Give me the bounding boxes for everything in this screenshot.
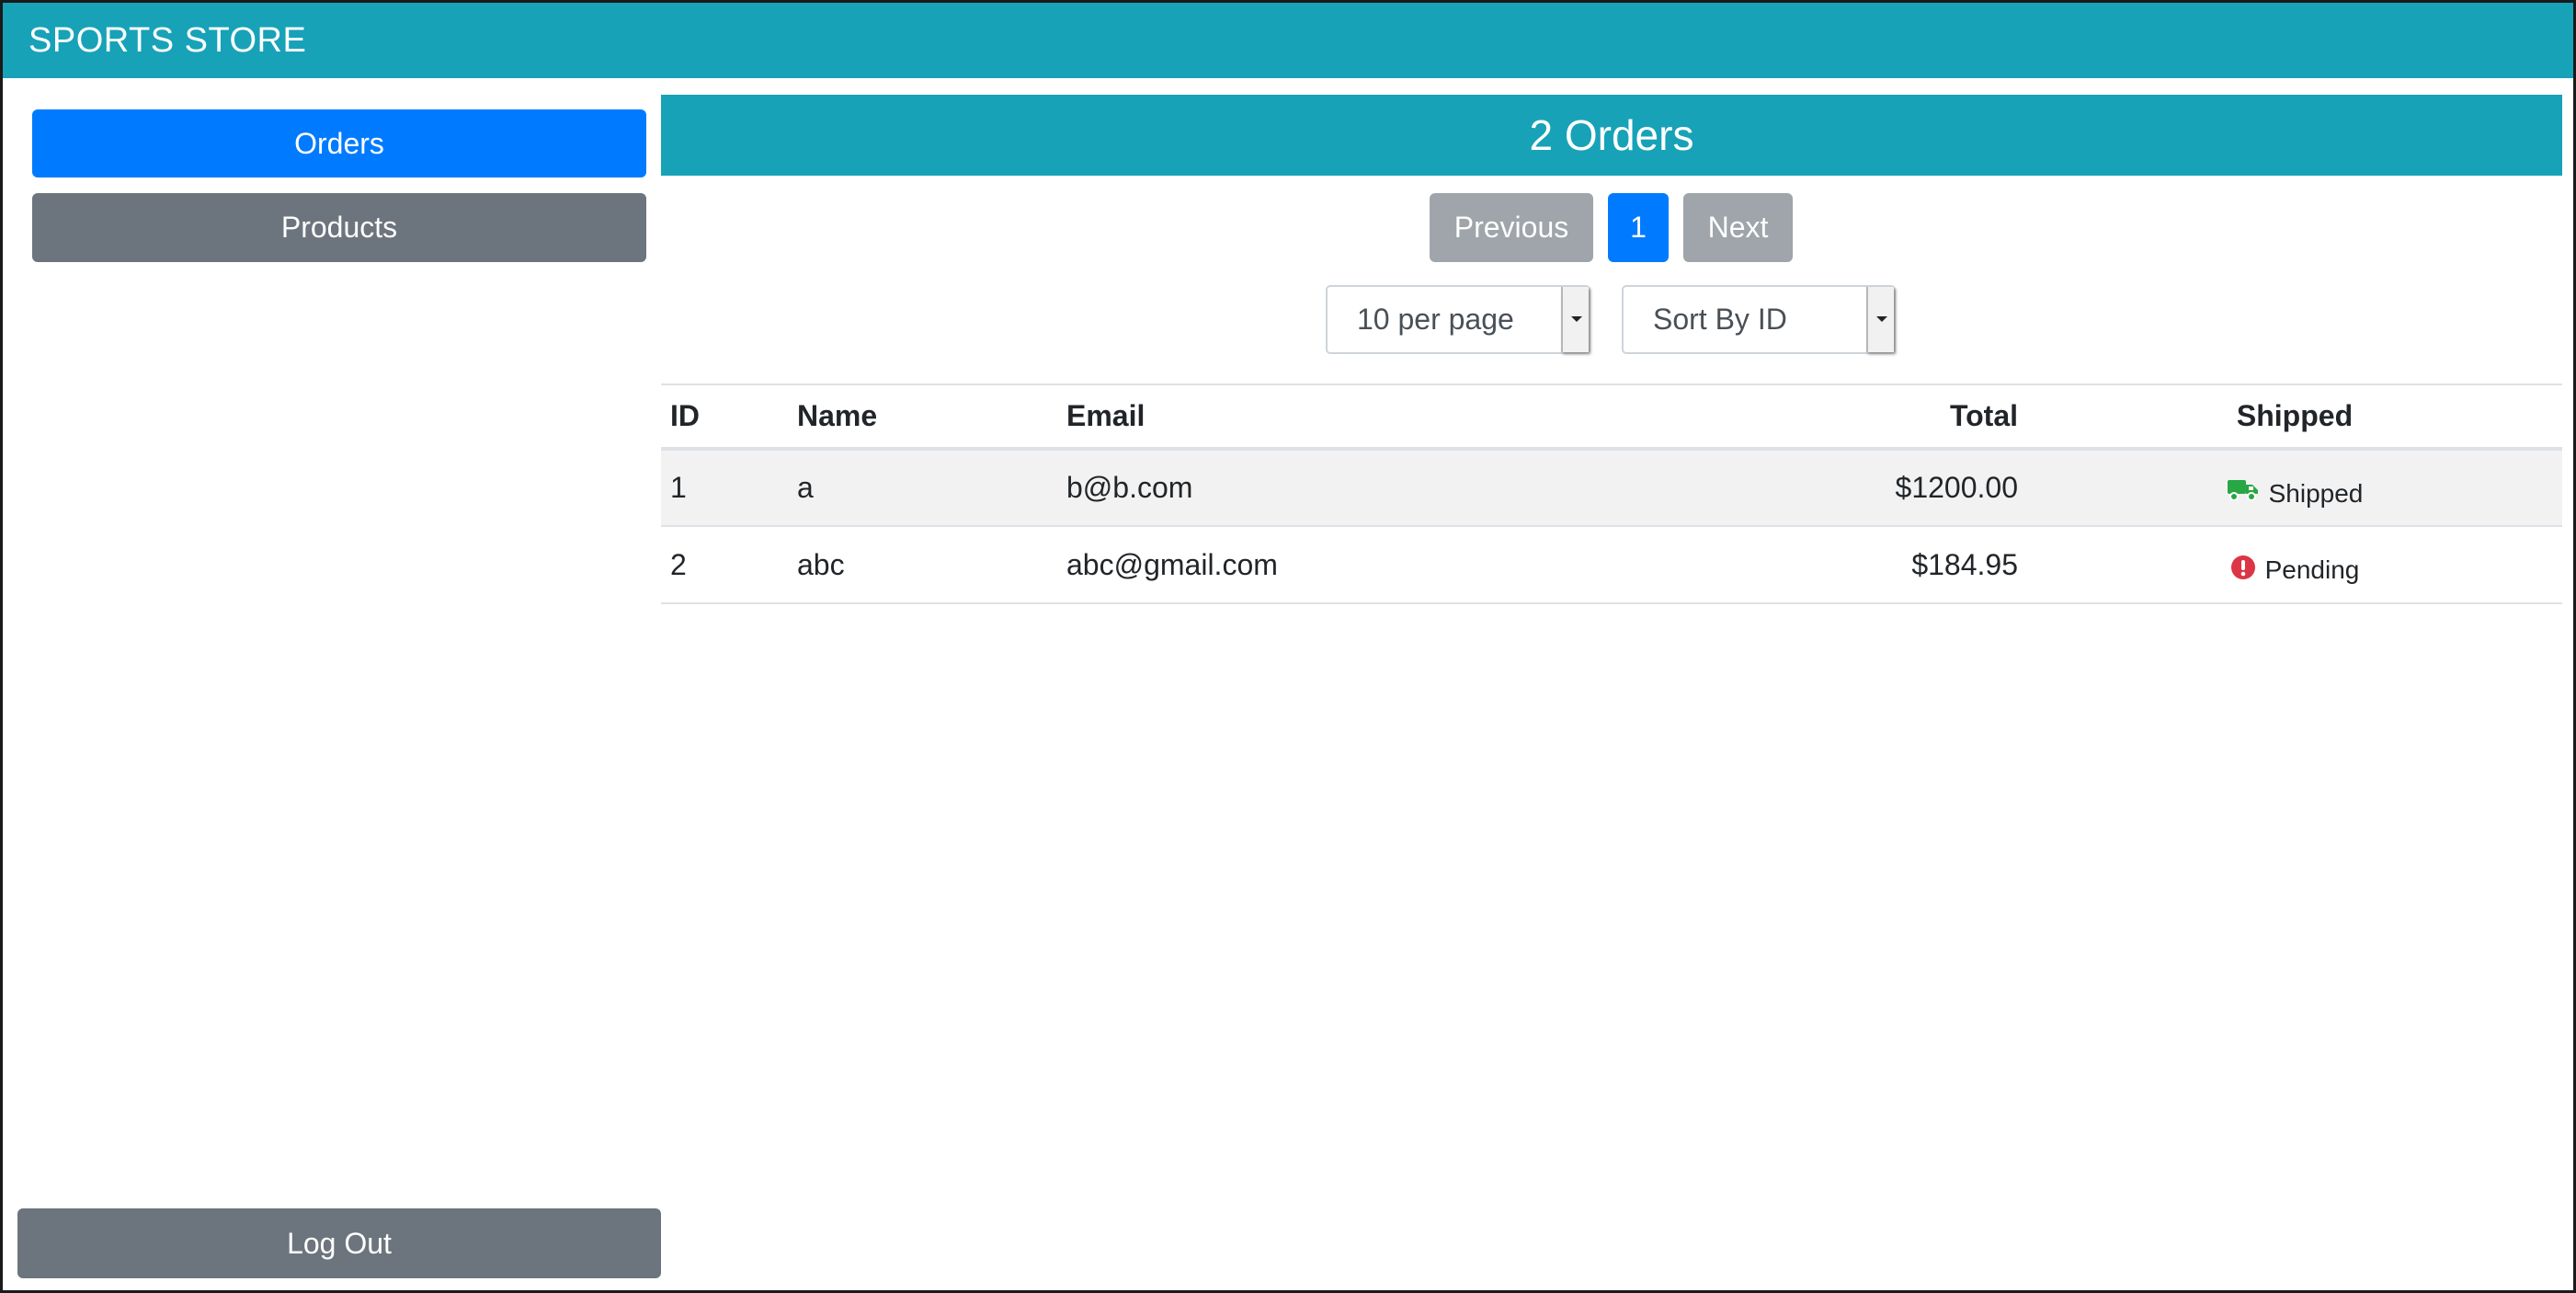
status-label: Pending [2264,555,2360,584]
column-header-id: ID [661,383,788,451]
order-total: $1200.00 [1701,449,2027,527]
chevron-down-icon [1866,287,1894,352]
table-header-row: ID Name Email Total Shipped [661,383,2562,451]
page-size-select[interactable]: 10 per page [1326,285,1590,354]
table-row: 1 a b@b.com $1200.00 Shipped [661,449,2562,527]
page-size-value: 10 per page [1357,303,1514,336]
column-header-shipped: Shipped [2027,383,2562,451]
page-1-button[interactable]: 1 [1608,193,1669,262]
exclamation-circle-icon [2230,555,2256,587]
page-title: 2 Orders [661,95,2562,176]
orders-table: ID Name Email Total Shipped 1 a b@b.com … [661,383,2562,604]
order-total: $184.95 [1701,526,2027,604]
previous-page-button[interactable]: Previous [1430,193,1593,262]
column-header-total: Total [1701,383,2027,451]
table-row: 2 abc abc@gmail.com $184.95 Pending [661,526,2562,604]
order-name: a [788,449,1057,527]
truck-icon [2227,477,2260,509]
order-name: abc [788,526,1057,604]
column-header-name: Name [788,383,1057,451]
order-shipped-status: Shipped [2027,449,2562,527]
order-id: 2 [661,526,788,604]
order-email: abc@gmail.com [1057,526,1701,604]
logout-button[interactable]: Log Out [17,1208,661,1278]
order-id: 1 [661,449,788,527]
sidebar-item-products[interactable]: Products [32,193,646,262]
order-shipped-status: Pending [2027,526,2562,604]
column-header-email: Email [1057,383,1701,451]
sort-select[interactable]: Sort By ID [1622,285,1896,354]
sort-value: Sort By ID [1653,303,1787,336]
top-navbar: SPORTS STORE [3,3,2573,78]
status-label: Shipped [2268,478,2364,508]
sidebar-item-orders[interactable]: Orders [32,109,646,177]
next-page-button[interactable]: Next [1683,193,1793,262]
order-email: b@b.com [1057,449,1701,527]
chevron-down-icon [1561,287,1589,352]
brand-title: SPORTS STORE [28,21,307,60]
